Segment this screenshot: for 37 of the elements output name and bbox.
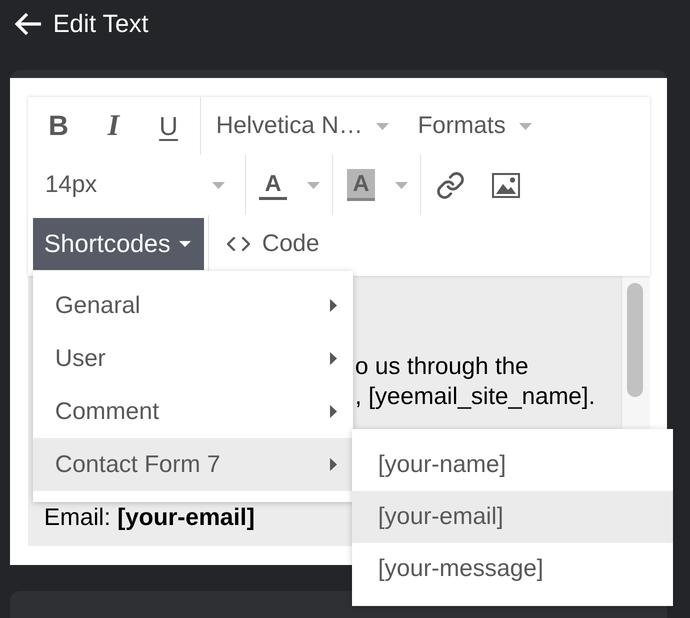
caret-right-icon xyxy=(330,458,337,471)
page-title: Edit Text xyxy=(53,10,148,38)
menu-item[interactable]: User xyxy=(33,332,353,385)
caret-down-icon xyxy=(307,182,320,188)
swatch-icon xyxy=(347,198,375,201)
menu-item[interactable]: Genaral xyxy=(33,279,353,332)
italic-button[interactable]: I xyxy=(86,100,141,152)
menu-item[interactable]: Comment xyxy=(33,385,353,438)
caret-right-icon xyxy=(330,352,337,365)
caret-right-icon xyxy=(330,299,337,312)
caret-down-icon xyxy=(179,241,192,247)
code-button[interactable]: Code xyxy=(209,218,332,270)
caret-down-icon xyxy=(518,122,532,130)
underline-button[interactable]: U xyxy=(141,100,196,152)
select-dropdown[interactable]: Helvetica N… xyxy=(201,100,403,152)
shortcodes-button[interactable]: Shortcodes xyxy=(33,218,204,270)
submenu-item[interactable]: [your-message] xyxy=(352,543,673,595)
content-text: , [yeemail_site_name]. xyxy=(355,382,596,412)
image-icon[interactable] xyxy=(492,172,520,198)
content-text: Email: [your-email] xyxy=(44,503,255,533)
select-dropdown[interactable]: Formats xyxy=(402,100,546,152)
back-arrow-icon[interactable] xyxy=(14,12,42,36)
content-text: o us through the xyxy=(355,352,528,382)
submenu-item[interactable]: [your-name] xyxy=(352,439,673,491)
swatch-icon xyxy=(259,197,287,200)
text-color-button[interactable]: A xyxy=(246,159,332,211)
scrollbar-thumb[interactable] xyxy=(627,283,643,397)
code-icon[interactable] xyxy=(226,237,251,251)
menu-item[interactable]: Contact Form 7 xyxy=(33,438,353,491)
link-icon[interactable] xyxy=(436,170,465,200)
submenu-item[interactable]: [your-email] xyxy=(352,491,673,543)
caret-down-icon xyxy=(212,182,225,188)
font-size-select[interactable]: 14px xyxy=(28,159,245,211)
caret-down-icon xyxy=(395,182,408,188)
bold-button[interactable]: B xyxy=(31,100,86,152)
caret-down-icon xyxy=(376,122,389,130)
caret-right-icon xyxy=(330,405,337,418)
